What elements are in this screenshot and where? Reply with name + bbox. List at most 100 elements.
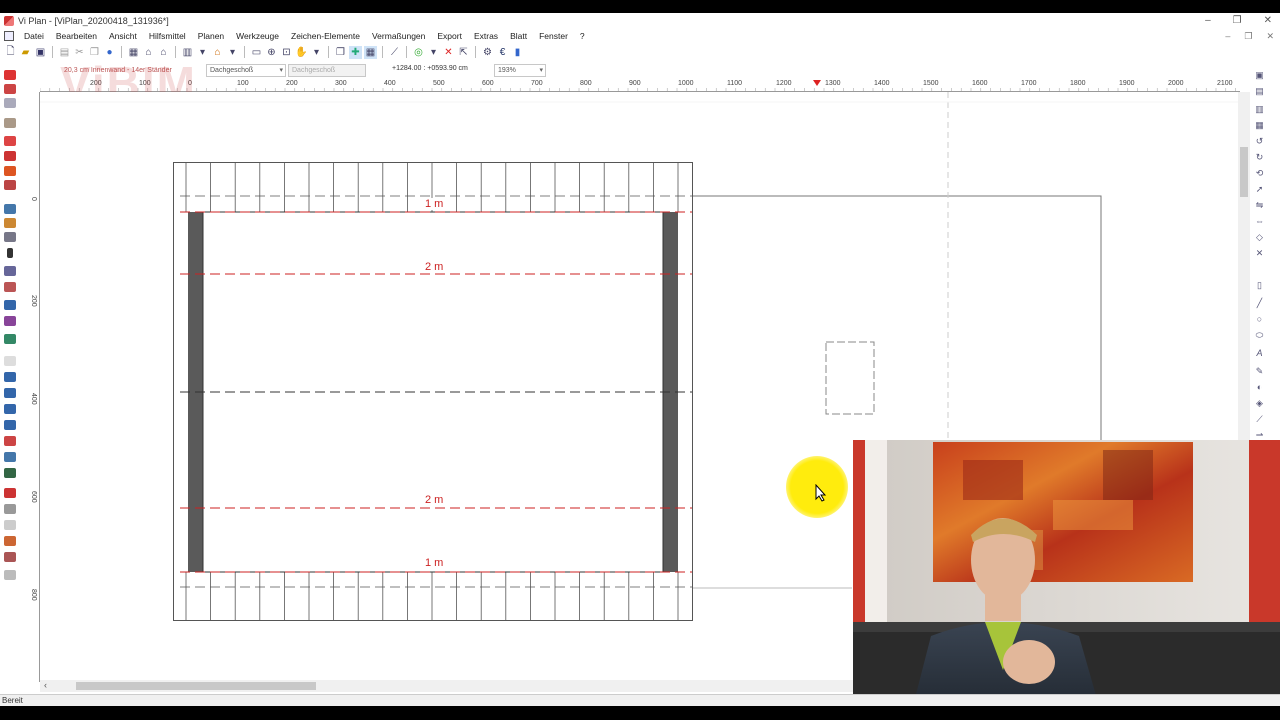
horizontal-scroll-thumb[interactable] [76, 682, 316, 690]
zoom-page-icon[interactable]: ▭ [250, 46, 263, 59]
dropdown-icon[interactable]: ▾ [427, 46, 440, 59]
fill-tool-icon[interactable]: ◐ [1254, 382, 1265, 392]
undo-icon[interactable]: ↺ [1254, 136, 1265, 146]
beam-tool-icon[interactable] [4, 118, 16, 128]
zoom-window-icon[interactable]: ⊡ [280, 46, 293, 59]
cancel-tool-icon[interactable]: ✕ [1254, 248, 1265, 258]
circle-tool-icon[interactable]: ○ [1254, 314, 1265, 324]
move-icon[interactable]: ⇱ [457, 46, 470, 59]
polyline-tool-icon[interactable]: ⟋ [1254, 414, 1265, 424]
snap-settings-icon[interactable]: ◇ [1254, 232, 1265, 242]
vertical-scroll-thumb[interactable] [1240, 147, 1248, 197]
menu-bearbeiten[interactable]: Bearbeiten [50, 31, 103, 41]
copy-view-icon[interactable]: ❐ [334, 46, 347, 59]
measure-icon[interactable]: ⟋ [388, 46, 401, 59]
support-tool-icon[interactable] [4, 98, 16, 108]
close-button[interactable]: ✕ [1264, 13, 1272, 29]
menu-planen[interactable]: Planen [192, 31, 230, 41]
line-tool-icon[interactable]: ╱ [1254, 298, 1265, 308]
menu-export[interactable]: Export [431, 31, 468, 41]
room-tool-icon[interactable] [4, 300, 16, 310]
vertical-scrollbar[interactable] [1238, 92, 1250, 442]
menu-extras[interactable]: Extras [468, 31, 504, 41]
house-color-icon[interactable]: ⌂ [211, 46, 224, 59]
dormer-tool-icon[interactable] [4, 166, 16, 176]
new-file-icon[interactable]: 🗋 [4, 46, 17, 59]
dropdown-icon[interactable]: ▾ [196, 46, 209, 59]
terrain-tool-icon[interactable] [4, 334, 16, 344]
pan-hand-icon[interactable]: ✋ [295, 46, 308, 59]
ellipse-tool-icon[interactable]: ⬭ [1254, 330, 1265, 340]
b-tool-icon[interactable] [4, 388, 16, 398]
zoom-in-icon[interactable]: ⊕ [265, 46, 278, 59]
view-3d-icon[interactable]: ▣ [1254, 70, 1265, 80]
doc-restore-button[interactable]: ❐ [1244, 31, 1252, 42]
open-folder-icon[interactable]: ▰ [19, 46, 32, 59]
delete-icon[interactable]: ✕ [442, 46, 455, 59]
zoom-select[interactable]: 193% ▾ [494, 64, 546, 77]
view-side-icon[interactable]: ▦ [1254, 120, 1265, 130]
camera-tool-icon[interactable] [4, 468, 16, 478]
wall-tool-2-icon[interactable] [4, 84, 16, 94]
paint-tool-icon[interactable] [4, 436, 16, 446]
floor-select[interactable]: Dachgeschoß ▾ [206, 64, 286, 77]
minimize-button[interactable]: – [1205, 13, 1211, 29]
save-icon[interactable]: ▣ [34, 46, 47, 59]
menu-zeichen-elemente[interactable]: Zeichen-Elemente [285, 31, 366, 41]
hatch-tool-icon[interactable]: ✎ [1254, 366, 1265, 376]
ceiling-tool-icon[interactable] [4, 266, 16, 276]
brush-tool-icon[interactable] [4, 452, 16, 462]
wall-tool-icon[interactable] [4, 70, 16, 80]
redo-icon[interactable]: ↻ [1254, 152, 1265, 162]
menu-hilfsmittel[interactable]: Hilfsmittel [143, 31, 192, 41]
dropdown-icon[interactable]: ▾ [310, 46, 323, 59]
f-tool-icon[interactable] [4, 420, 16, 430]
stair-tool-icon[interactable] [4, 218, 16, 228]
floor-secondary-select[interactable]: Dachgeschoß [288, 64, 366, 77]
object-tool-icon[interactable] [4, 282, 16, 292]
mirror-icon[interactable]: ⇋ [1254, 200, 1265, 210]
text-cursor-icon[interactable] [7, 248, 13, 258]
menu-ansicht[interactable]: Ansicht [103, 31, 143, 41]
roof-tool-icon[interactable] [4, 136, 16, 146]
doc-close-button[interactable]: ✕ [1266, 31, 1274, 42]
dropdown-icon[interactable]: ▾ [226, 46, 239, 59]
layer-tool-icon[interactable] [4, 356, 16, 366]
align-icon[interactable]: ⇔ [1254, 216, 1265, 226]
s-tool-icon[interactable] [4, 404, 16, 414]
euro-icon[interactable]: € [496, 46, 509, 59]
maximize-button[interactable]: ❐ [1233, 13, 1242, 29]
menu-help[interactable]: ? [574, 31, 591, 41]
scroll-left-icon[interactable]: ‹ [44, 680, 47, 690]
settings-icon[interactable]: ⚙ [481, 46, 494, 59]
grid-tool-icon[interactable] [4, 552, 16, 562]
snap-icon[interactable]: ✚ [349, 45, 362, 59]
area-tool-icon[interactable] [4, 316, 16, 326]
menu-datei[interactable]: Datei [18, 31, 50, 41]
grid-snap-icon[interactable]: ▦ [364, 45, 377, 59]
view-iso-icon[interactable]: ▤ [1254, 86, 1265, 96]
menu-vermassungen[interactable]: Vermaßungen [366, 31, 431, 41]
rotate-icon[interactable]: ⟲ [1254, 168, 1265, 178]
roof-window-outline[interactable] [825, 341, 875, 415]
misc-tool-icon[interactable] [4, 570, 16, 580]
column-tool-icon[interactable] [4, 232, 16, 242]
arrow-tool-icon[interactable]: ⇀ [1254, 430, 1265, 440]
menu-werkzeuge[interactable]: Werkzeuge [230, 31, 285, 41]
pipette-tool-icon[interactable] [4, 488, 16, 498]
pointer-tool-icon[interactable]: ➚ [1254, 184, 1265, 194]
menu-fenster[interactable]: Fenster [533, 31, 574, 41]
doc-minimize-button[interactable]: – [1225, 31, 1230, 42]
menu-blatt[interactable]: Blatt [504, 31, 533, 41]
pen-tool-icon[interactable] [4, 504, 16, 514]
door-tool-icon[interactable] [4, 204, 16, 214]
target-icon[interactable]: ◎ [412, 46, 425, 59]
dimension-tool-icon[interactable] [4, 536, 16, 546]
roof-window-icon[interactable] [4, 180, 16, 190]
eraser-tool-icon[interactable] [4, 520, 16, 530]
document-tool-icon[interactable]: ▯ [1254, 280, 1265, 290]
text-tool-icon[interactable]: A [1254, 348, 1265, 358]
book-icon[interactable]: ▮ [511, 46, 524, 59]
view-front-icon[interactable]: ▥ [1254, 104, 1265, 114]
roof-tool-2-icon[interactable] [4, 151, 16, 161]
